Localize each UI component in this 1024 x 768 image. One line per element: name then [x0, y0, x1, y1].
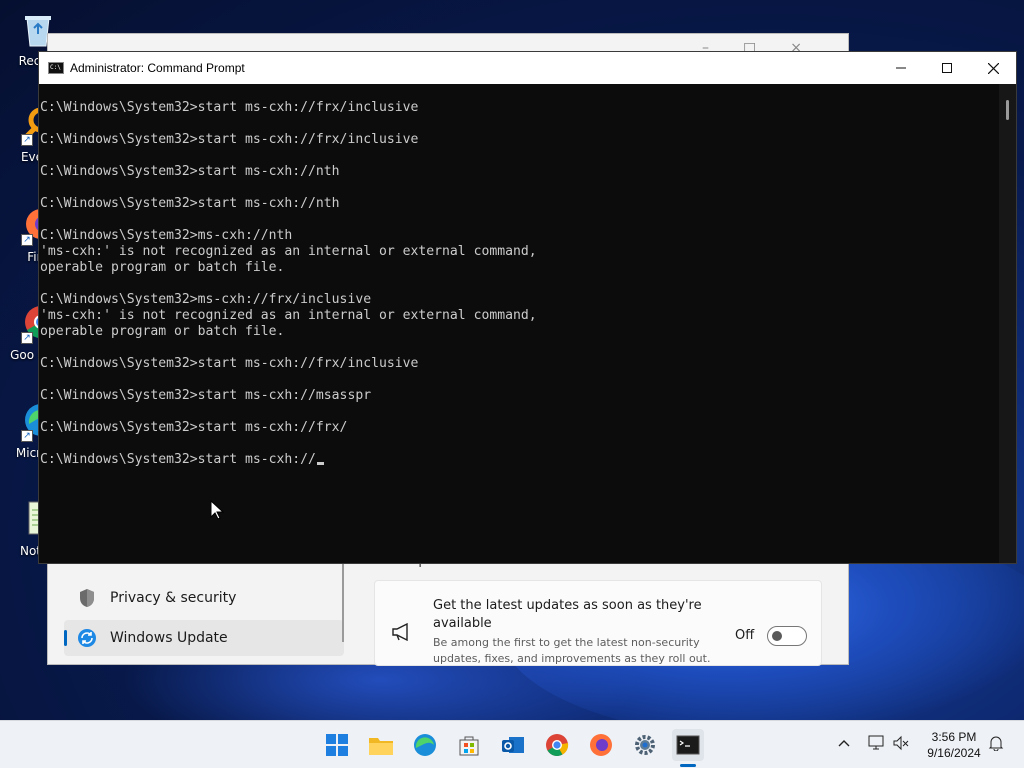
command-prompt-window[interactable]: C:\ Administrator: Command Prompt C:\Win… [38, 51, 1017, 564]
toggle-knob [772, 631, 782, 641]
cmd-app-icon: C:\ [48, 62, 64, 74]
console-output[interactable]: C:\Windows\System32>start ms-cxh://frx/i… [39, 84, 997, 563]
minimize-button[interactable] [878, 52, 924, 84]
clock-date: 9/16/2024 [927, 746, 981, 760]
console-line: C:\Windows\System32>start ms-cxh://frx/i… [40, 100, 419, 115]
latest-updates-card: Get the latest updates as soon as they'r… [374, 580, 822, 666]
taskbar-file-explorer[interactable] [365, 729, 397, 761]
maximize-button[interactable] [924, 52, 970, 84]
store-icon [459, 736, 479, 756]
taskbar-chrome[interactable] [541, 729, 573, 761]
taskbar-store[interactable] [453, 729, 485, 761]
minimize-icon [896, 67, 906, 69]
nav-item-windows-update[interactable]: Windows Update [64, 620, 344, 656]
console-line: C:\Windows\System32>ms-cxh://nth [40, 228, 293, 243]
close-button[interactable] [970, 52, 1016, 84]
bell-icon [988, 736, 1004, 752]
console-line: operable program or batch file. [40, 260, 285, 275]
console-input-text: C:\Windows\System32>start ms-cxh:// [40, 452, 316, 467]
console-line: C:\Windows\System32>start ms-cxh://nth [40, 196, 340, 211]
card-description: Be among the first to get the latest non… [433, 636, 711, 665]
show-hidden-icons-button[interactable] [838, 735, 850, 751]
console-line: C:\Windows\System32>start ms-cxh://frx/i… [40, 356, 419, 371]
network-status[interactable] [868, 735, 886, 755]
chevron-up-icon [838, 740, 850, 747]
settings-icon [635, 735, 655, 755]
nav-item-label: Privacy & security [110, 590, 237, 606]
console-line: operable program or batch file. [40, 324, 285, 339]
mouse-pointer-icon [210, 500, 224, 520]
taskbar-terminal[interactable] [672, 729, 704, 761]
nav-item-privacy-security[interactable]: Privacy & security [64, 580, 344, 616]
taskbar-start-button[interactable] [321, 729, 353, 761]
terminal-icon [676, 735, 700, 755]
taskbar-outlook[interactable] [497, 729, 529, 761]
file-explorer-icon [369, 738, 393, 755]
taskbar-firefox[interactable] [585, 729, 617, 761]
system-clock[interactable]: 3:56 PM 9/16/2024 [920, 729, 988, 761]
firefox-icon [590, 734, 612, 756]
window-title: Administrator: Command Prompt [70, 61, 245, 75]
cmd-titlebar[interactable]: C:\ Administrator: Command Prompt [39, 52, 1016, 84]
toggle-state-label: Off [735, 628, 755, 643]
nav-item-label: Windows Update [110, 630, 228, 646]
console-line: 'ms-cxh:' is not recognized as an intern… [40, 244, 537, 259]
megaphone-icon [391, 622, 413, 642]
close-icon [987, 62, 999, 74]
latest-updates-toggle[interactable] [767, 626, 807, 646]
taskbar: 3:56 PM 9/16/2024 [0, 720, 1024, 768]
shortcut-arrow-icon: ↗ [21, 430, 33, 442]
shield-icon [76, 587, 98, 609]
shortcut-arrow-icon: ↗ [21, 332, 33, 344]
windows-update-icon [76, 627, 98, 649]
shortcut-arrow-icon: ↗ [21, 234, 33, 246]
clock-time: 3:56 PM [931, 730, 977, 744]
console-line: C:\Windows\System32>start ms-cxh://frx/i… [40, 132, 419, 147]
console-line: C:\Windows\System32>start ms-cxh://nth [40, 164, 340, 179]
volume-status[interactable] [893, 735, 909, 755]
selected-indicator [64, 630, 67, 646]
console-input-line[interactable]: C:\Windows\System32>start ms-cxh:// [40, 452, 997, 468]
card-title: Get the latest updates as soon as they'r… [433, 598, 702, 631]
edge-icon [414, 734, 436, 756]
console-line: C:\Windows\System32>start ms-cxh://msass… [40, 388, 372, 403]
volume-muted-icon [893, 735, 909, 751]
maximize-icon [942, 63, 952, 73]
notifications-button[interactable] [988, 735, 1004, 755]
console-line: C:\Windows\System32>start ms-cxh://frx/ [40, 420, 348, 435]
text-cursor [316, 462, 324, 465]
scrollbar-thumb[interactable] [1006, 100, 1009, 120]
pane-divider [342, 562, 344, 642]
console-line: 'ms-cxh:' is not recognized as an intern… [40, 308, 537, 323]
start-icon [326, 734, 348, 756]
active-app-indicator [680, 764, 696, 767]
shortcut-arrow-icon: ↗ [21, 134, 33, 146]
outlook-icon [502, 737, 524, 753]
network-icon [868, 735, 884, 750]
taskbar-edge[interactable] [409, 729, 441, 761]
vertical-scrollbar[interactable] [999, 84, 1016, 563]
chrome-icon [546, 734, 569, 756]
taskbar-settings[interactable] [629, 729, 661, 761]
console-line: C:\Windows\System32>ms-cxh://frx/inclusi… [40, 292, 372, 307]
